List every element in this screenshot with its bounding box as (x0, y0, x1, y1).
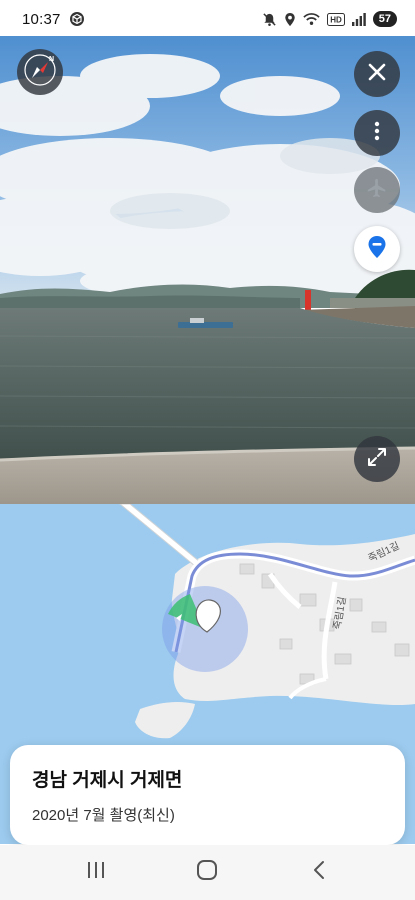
panorama-image (0, 36, 415, 504)
expand-icon (366, 446, 388, 473)
street-view-panorama[interactable]: N (0, 36, 415, 504)
compass-icon: N (23, 53, 57, 92)
location-icon (284, 12, 296, 27)
close-button[interactable] (354, 51, 400, 97)
back-button[interactable] (289, 853, 349, 893)
airplane-icon (366, 177, 388, 204)
hd-icon: HD (326, 12, 345, 26)
recent-apps-button[interactable] (66, 853, 126, 893)
capture-date: 2020년 7월 촬영(최신) (32, 807, 175, 824)
wifi-icon (303, 12, 320, 26)
expand-button[interactable] (354, 436, 400, 482)
battery-icon: 57 (372, 11, 397, 27)
status-time: 10:37 (22, 10, 61, 28)
cube-icon (69, 11, 85, 27)
aerial-view-button[interactable] (354, 167, 400, 213)
status-bar: 10:37 HD 57 (0, 0, 415, 38)
compass-button[interactable]: N (17, 49, 63, 95)
more-options-button[interactable] (354, 110, 400, 156)
lighthouse (305, 290, 311, 310)
close-icon (367, 62, 387, 87)
recent-apps-icon (86, 861, 106, 884)
home-icon (196, 859, 218, 886)
back-icon (312, 860, 326, 885)
home-button[interactable] (177, 853, 237, 893)
more-vertical-icon (374, 121, 380, 146)
location-title: 경남 거제시 거제면 (32, 770, 183, 791)
svg-text:HD: HD (330, 15, 342, 24)
boat (178, 322, 233, 328)
location-pin-icon (367, 235, 387, 264)
location-marker-button[interactable] (354, 226, 400, 272)
signal-icon (351, 12, 366, 26)
mute-icon (262, 12, 277, 27)
svg-text:N: N (49, 56, 54, 63)
location-info-card[interactable]: 경남 거제시 거제면 2020년 7월 촬영(최신) (10, 745, 405, 845)
system-nav-bar (0, 845, 415, 900)
